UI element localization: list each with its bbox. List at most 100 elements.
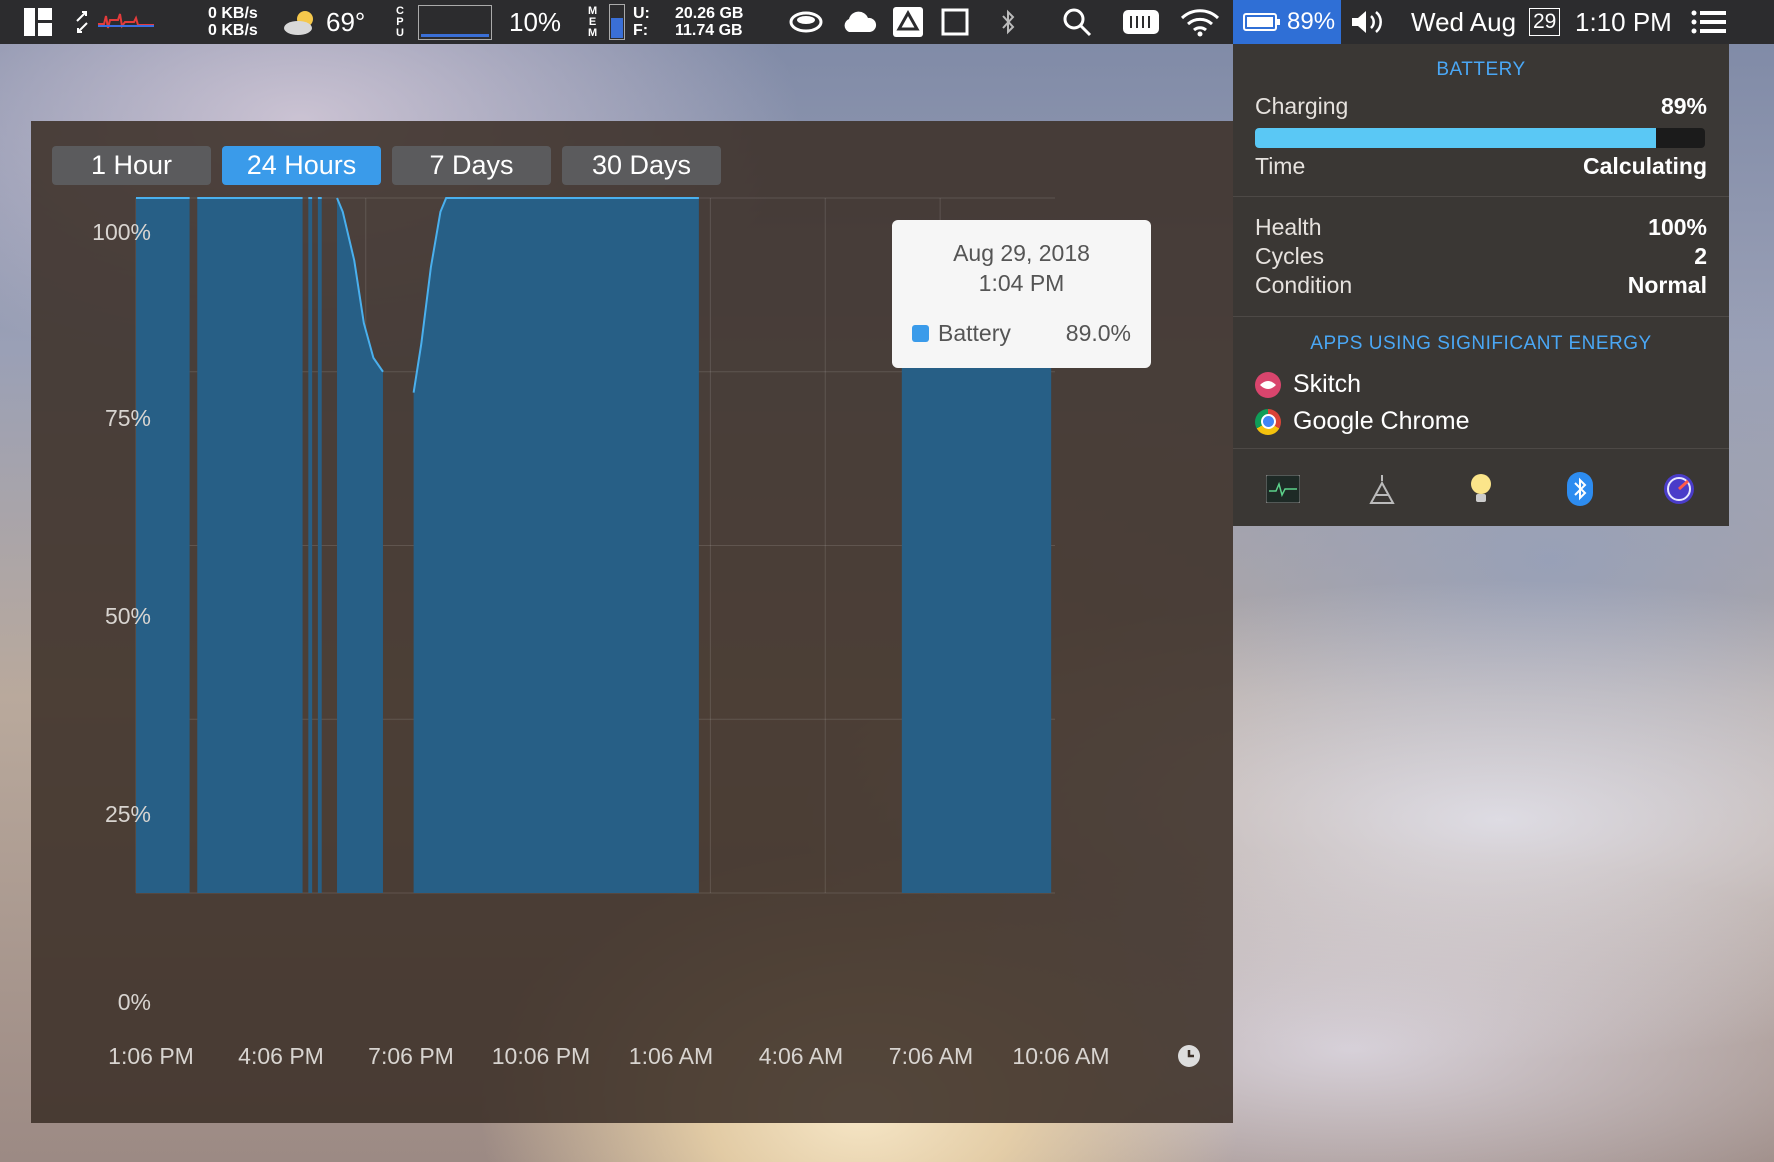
x-tick-label: 7:06 AM bbox=[888, 1043, 974, 1069]
tooltip-series: Battery bbox=[938, 320, 1011, 346]
mem-label-m: M bbox=[588, 4, 598, 17]
skitch-icon bbox=[1255, 371, 1281, 398]
x-tick-label: 10:06 AM bbox=[1012, 1043, 1110, 1069]
calendar-day-badge[interactable]: 29 bbox=[1529, 0, 1561, 44]
tooltip-time: 1:04 PM bbox=[978, 270, 1065, 296]
mem-label-m2: M bbox=[588, 26, 598, 39]
bluetooth-settings-icon[interactable] bbox=[1563, 472, 1597, 506]
network-speed[interactable]: 0 KB/s 0 KB/s bbox=[208, 0, 258, 44]
battery-area-segment bbox=[317, 198, 322, 893]
net-up: 0 KB/s bbox=[208, 5, 258, 22]
health-value: 100% bbox=[1648, 214, 1707, 240]
volume-icon[interactable] bbox=[1350, 0, 1386, 44]
tooltip-row: Battery 89.0% bbox=[912, 320, 1131, 347]
bluetooth-icon[interactable] bbox=[998, 0, 1018, 44]
health-label: Health bbox=[1255, 214, 1322, 240]
x-tick-label: 4:06 PM bbox=[238, 1043, 324, 1069]
menubar-time[interactable]: 1:10 PM bbox=[1575, 0, 1672, 44]
mem-free: 11.74 GB bbox=[675, 22, 743, 39]
app-item-skitch[interactable]: Skitch bbox=[1255, 370, 1361, 399]
divider bbox=[1233, 196, 1729, 197]
google-drive-icon[interactable] bbox=[893, 0, 923, 44]
net-down: 0 KB/s bbox=[208, 22, 258, 39]
battery-history-window: 1 Hour 24 Hours 7 Days 30 Days 100% 75% … bbox=[31, 121, 1233, 1123]
condition-value: Normal bbox=[1627, 272, 1707, 298]
clock-icon[interactable] bbox=[1178, 1045, 1200, 1067]
mem-f-label: F: bbox=[633, 22, 649, 39]
charge-progress-fill bbox=[1255, 128, 1656, 148]
x-tick-label: 1:06 AM bbox=[628, 1043, 714, 1069]
split-view-icon[interactable] bbox=[24, 0, 52, 44]
app-name: Skitch bbox=[1293, 370, 1362, 398]
cpu-label: C P U bbox=[396, 0, 404, 44]
mem-gauge[interactable] bbox=[609, 0, 625, 44]
apps-section-title: APPS USING SIGNIFICANT ENERGY bbox=[1310, 333, 1652, 354]
cpu-label-c: C bbox=[396, 4, 404, 17]
health-row: Health 100% bbox=[1255, 214, 1707, 241]
mem-values[interactable]: 20.26 GB 11.74 GB bbox=[675, 0, 743, 44]
y-tick-label: 100% bbox=[92, 219, 151, 245]
chrome-icon bbox=[1255, 408, 1281, 435]
y-tick-label: 50% bbox=[104, 603, 151, 629]
cpu-label-p: P bbox=[396, 15, 404, 28]
notification-center-icon[interactable] bbox=[1691, 0, 1727, 44]
weather-icon[interactable] bbox=[283, 0, 319, 44]
x-tick-label: 1:06 PM bbox=[108, 1043, 194, 1069]
battery-menu-percent: 89% bbox=[1287, 8, 1336, 35]
keyboard-icon[interactable] bbox=[1122, 0, 1160, 44]
battery-area-segment bbox=[197, 198, 303, 893]
y-tick-label: 0% bbox=[117, 989, 151, 1015]
cycles-value: 2 bbox=[1694, 243, 1707, 269]
divider bbox=[1233, 448, 1729, 449]
time-value: Calculating bbox=[1583, 153, 1707, 179]
battery-area-segment bbox=[136, 198, 190, 893]
screen-capture-icon[interactable] bbox=[941, 0, 969, 44]
network-graph-icon[interactable] bbox=[98, 0, 154, 44]
activity-monitor-icon[interactable] bbox=[1265, 472, 1300, 506]
y-tick-label: 25% bbox=[104, 801, 151, 827]
chart-tooltip: Aug 29, 2018 1:04 PM Battery 89.0% bbox=[892, 220, 1151, 368]
energy-saver-icon[interactable] bbox=[1365, 472, 1399, 506]
battery-icon bbox=[1243, 13, 1280, 31]
wifi-icon[interactable] bbox=[1180, 0, 1220, 44]
cpu-percent[interactable]: 10% bbox=[509, 0, 561, 44]
cycles-label: Cycles bbox=[1255, 243, 1325, 269]
x-tick-label: 4:06 AM bbox=[758, 1043, 844, 1069]
mem-u-label: U: bbox=[633, 5, 650, 22]
x-tick-label: 7:06 PM bbox=[368, 1043, 454, 1069]
mem-label-e: E bbox=[588, 15, 597, 28]
disk-utility-icon[interactable] bbox=[1662, 472, 1696, 506]
mem-label: M E M bbox=[588, 0, 597, 44]
tooltip-value: 89.0% bbox=[1065, 320, 1131, 346]
menu-bar: 0 KB/s 0 KB/s 69° C P U 10% M E M U: F: … bbox=[0, 0, 1774, 44]
weather-temp[interactable]: 69° bbox=[326, 0, 365, 44]
menubar-date[interactable]: Wed Aug bbox=[1411, 0, 1516, 44]
search-icon[interactable] bbox=[1062, 0, 1092, 44]
cpu-label-u: U bbox=[396, 26, 404, 39]
time-row: Time Calculating bbox=[1255, 153, 1707, 180]
battery-menu-item[interactable]: 89% bbox=[1233, 0, 1341, 44]
lightbulb-icon[interactable] bbox=[1464, 472, 1498, 506]
condition-label: Condition bbox=[1255, 272, 1353, 298]
series-swatch bbox=[912, 325, 929, 342]
coffee-cup-icon[interactable] bbox=[789, 0, 823, 44]
calendar-day: 29 bbox=[1529, 8, 1561, 36]
charge-percent: 89% bbox=[1660, 93, 1707, 119]
network-arrows-icon[interactable] bbox=[74, 0, 90, 44]
battery-area-segment bbox=[413, 198, 699, 893]
battery-section-title: BATTERY bbox=[1436, 59, 1526, 80]
condition-row: Condition Normal bbox=[1255, 272, 1707, 299]
x-tick-label: 10:06 PM bbox=[491, 1043, 591, 1069]
app-item-google-chrome[interactable]: Google Chrome bbox=[1255, 407, 1469, 436]
mem-used: 20.26 GB bbox=[675, 5, 744, 22]
divider bbox=[1233, 316, 1729, 317]
battery-area-segment bbox=[308, 198, 313, 893]
mem-uf-labels: U: F: bbox=[633, 0, 650, 44]
time-label: Time bbox=[1255, 153, 1306, 179]
battery-dropdown-panel: BATTERY Charging 89% Time Calculating He… bbox=[1233, 44, 1729, 526]
cpu-graph[interactable] bbox=[418, 0, 492, 44]
app-name: Google Chrome bbox=[1293, 407, 1470, 435]
charge-progress-bar bbox=[1255, 128, 1705, 148]
cloud-icon[interactable] bbox=[841, 0, 877, 44]
charging-label: Charging bbox=[1255, 93, 1349, 119]
